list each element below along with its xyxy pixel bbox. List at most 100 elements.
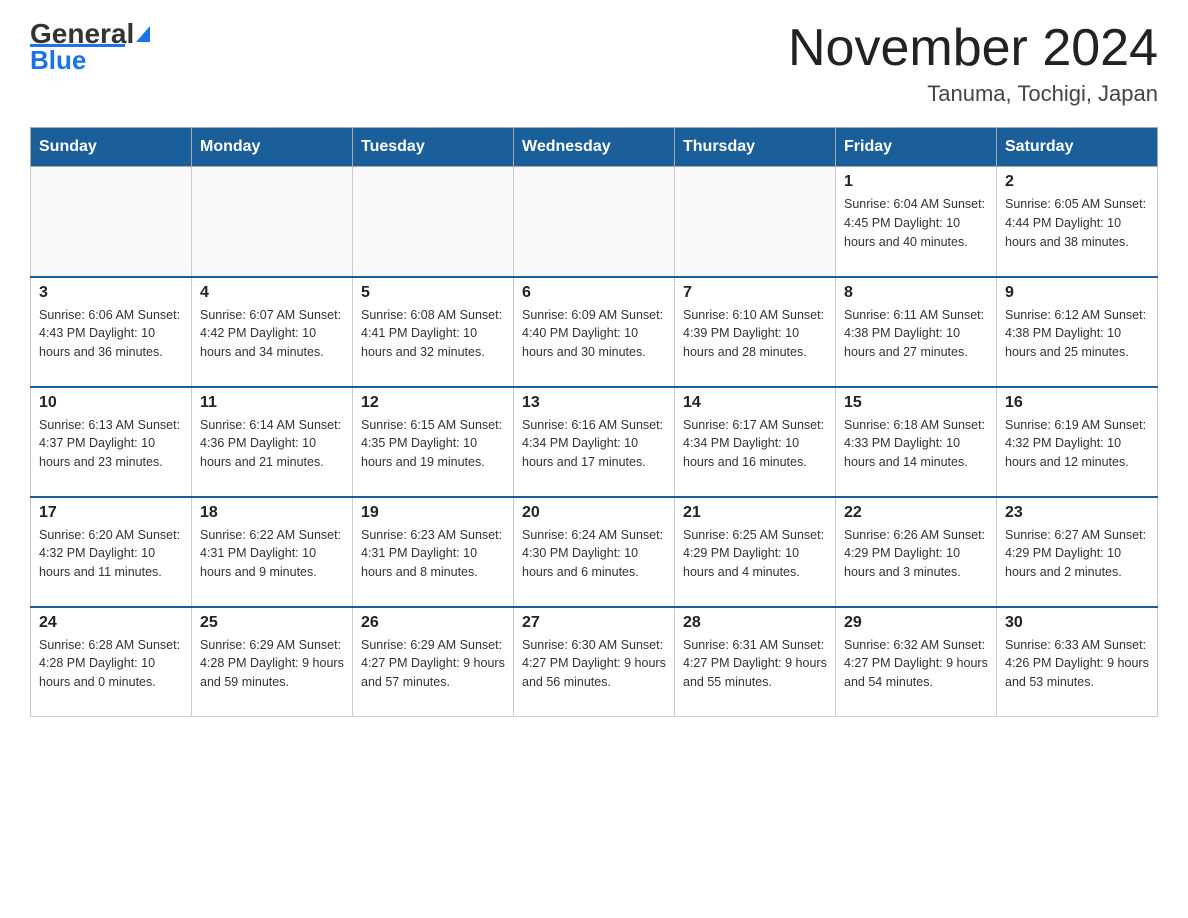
day-info: Sunrise: 6:24 AM Sunset: 4:30 PM Dayligh… xyxy=(522,526,666,582)
day-info: Sunrise: 6:07 AM Sunset: 4:42 PM Dayligh… xyxy=(200,306,344,362)
day-of-week-header: Monday xyxy=(192,128,353,167)
day-number: 20 xyxy=(522,504,666,522)
calendar-day-cell: 6 Sunrise: 6:09 AM Sunset: 4:40 PM Daylig… xyxy=(514,277,675,387)
calendar-week-row: 3 Sunrise: 6:06 AM Sunset: 4:43 PM Daylig… xyxy=(31,277,1158,387)
calendar-title: November 2024 xyxy=(788,20,1158,77)
calendar-subtitle: Tanuma, Tochigi, Japan xyxy=(788,81,1158,107)
day-number: 9 xyxy=(1005,284,1149,302)
day-number: 22 xyxy=(844,504,988,522)
day-info: Sunrise: 6:12 AM Sunset: 4:38 PM Dayligh… xyxy=(1005,306,1149,362)
day-of-week-header: Thursday xyxy=(675,128,836,167)
day-number: 25 xyxy=(200,614,344,632)
day-of-week-header: Saturday xyxy=(997,128,1158,167)
calendar-day-cell xyxy=(31,167,192,277)
calendar-day-cell: 14 Sunrise: 6:17 AM Sunset: 4:34 PM Dayli… xyxy=(675,387,836,497)
calendar-day-cell: 17Sunrise: 6:20 AM Sunset: 4:32 PM Dayli… xyxy=(31,497,192,607)
calendar-day-cell: 21 Sunrise: 6:25 AM Sunset: 4:29 PM Dayli… xyxy=(675,497,836,607)
day-info: Sunrise: 6:33 AM Sunset: 4:26 PM Dayligh… xyxy=(1005,636,1149,692)
day-number: 28 xyxy=(683,614,827,632)
day-number: 3 xyxy=(39,284,183,302)
calendar-day-cell: 27 Sunrise: 6:30 AM Sunset: 4:27 PM Dayli… xyxy=(514,607,675,717)
calendar-day-cell: 29 Sunrise: 6:32 AM Sunset: 4:27 PM Dayli… xyxy=(836,607,997,717)
calendar-day-cell: 25 Sunrise: 6:29 AM Sunset: 4:28 PM Dayli… xyxy=(192,607,353,717)
day-info: Sunrise: 6:17 AM Sunset: 4:34 PM Dayligh… xyxy=(683,416,827,472)
day-info: Sunrise: 6:31 AM Sunset: 4:27 PM Dayligh… xyxy=(683,636,827,692)
day-number: 10 xyxy=(39,394,183,412)
calendar-day-cell: 3 Sunrise: 6:06 AM Sunset: 4:43 PM Daylig… xyxy=(31,277,192,387)
calendar-day-cell: 22 Sunrise: 6:26 AM Sunset: 4:29 PM Dayli… xyxy=(836,497,997,607)
day-info: Sunrise: 6:27 AM Sunset: 4:29 PM Dayligh… xyxy=(1005,526,1149,582)
calendar-day-cell: 2 Sunrise: 6:05 AM Sunset: 4:44 PM Daylig… xyxy=(997,167,1158,277)
day-number: 13 xyxy=(522,394,666,412)
day-info: Sunrise: 6:04 AM Sunset: 4:45 PM Dayligh… xyxy=(844,195,988,251)
day-number: 2 xyxy=(1005,173,1149,191)
calendar-day-cell: 24 Sunrise: 6:28 AM Sunset: 4:28 PM Dayli… xyxy=(31,607,192,717)
calendar-day-cell: 19Sunrise: 6:23 AM Sunset: 4:31 PM Dayli… xyxy=(353,497,514,607)
calendar-day-cell: 10Sunrise: 6:13 AM Sunset: 4:37 PM Dayli… xyxy=(31,387,192,497)
calendar-week-row: 17Sunrise: 6:20 AM Sunset: 4:32 PM Dayli… xyxy=(31,497,1158,607)
day-info: Sunrise: 6:29 AM Sunset: 4:28 PM Dayligh… xyxy=(200,636,344,692)
day-info: Sunrise: 6:25 AM Sunset: 4:29 PM Dayligh… xyxy=(683,526,827,582)
day-info: Sunrise: 6:05 AM Sunset: 4:44 PM Dayligh… xyxy=(1005,195,1149,251)
calendar-day-cell xyxy=(675,167,836,277)
calendar-day-cell: 11Sunrise: 6:14 AM Sunset: 4:36 PM Dayli… xyxy=(192,387,353,497)
day-of-week-header: Sunday xyxy=(31,128,192,167)
day-of-week-header: Wednesday xyxy=(514,128,675,167)
day-number: 12 xyxy=(361,394,505,412)
day-number: 16 xyxy=(1005,394,1149,412)
calendar-day-cell: 30 Sunrise: 6:33 AM Sunset: 4:26 PM Dayli… xyxy=(997,607,1158,717)
calendar-day-cell: 4Sunrise: 6:07 AM Sunset: 4:42 PM Daylig… xyxy=(192,277,353,387)
day-number: 8 xyxy=(844,284,988,302)
calendar-day-cell: 16 Sunrise: 6:19 AM Sunset: 4:32 PM Dayli… xyxy=(997,387,1158,497)
calendar-day-cell: 28 Sunrise: 6:31 AM Sunset: 4:27 PM Dayli… xyxy=(675,607,836,717)
calendar-day-cell xyxy=(353,167,514,277)
day-number: 11 xyxy=(200,394,344,412)
page-header: General Blue November 2024 Tanuma, Tochi… xyxy=(30,20,1158,107)
calendar-day-cell: 7Sunrise: 6:10 AM Sunset: 4:39 PM Daylig… xyxy=(675,277,836,387)
day-info: Sunrise: 6:32 AM Sunset: 4:27 PM Dayligh… xyxy=(844,636,988,692)
day-number: 29 xyxy=(844,614,988,632)
day-info: Sunrise: 6:20 AM Sunset: 4:32 PM Dayligh… xyxy=(39,526,183,582)
day-info: Sunrise: 6:19 AM Sunset: 4:32 PM Dayligh… xyxy=(1005,416,1149,472)
day-info: Sunrise: 6:22 AM Sunset: 4:31 PM Dayligh… xyxy=(200,526,344,582)
logo-text-blue: Blue xyxy=(30,47,86,73)
day-info: Sunrise: 6:18 AM Sunset: 4:33 PM Dayligh… xyxy=(844,416,988,472)
day-info: Sunrise: 6:28 AM Sunset: 4:28 PM Dayligh… xyxy=(39,636,183,692)
calendar-day-cell: 23Sunrise: 6:27 AM Sunset: 4:29 PM Dayli… xyxy=(997,497,1158,607)
calendar-week-row: 24 Sunrise: 6:28 AM Sunset: 4:28 PM Dayli… xyxy=(31,607,1158,717)
day-info: Sunrise: 6:11 AM Sunset: 4:38 PM Dayligh… xyxy=(844,306,988,362)
calendar-day-cell: 12 Sunrise: 6:15 AM Sunset: 4:35 PM Dayli… xyxy=(353,387,514,497)
day-number: 5 xyxy=(361,284,505,302)
calendar-day-cell: 26 Sunrise: 6:29 AM Sunset: 4:27 PM Dayli… xyxy=(353,607,514,717)
day-number: 27 xyxy=(522,614,666,632)
day-info: Sunrise: 6:16 AM Sunset: 4:34 PM Dayligh… xyxy=(522,416,666,472)
calendar-day-cell: 13 Sunrise: 6:16 AM Sunset: 4:34 PM Dayli… xyxy=(514,387,675,497)
calendar-table: SundayMondayTuesdayWednesdayThursdayFrid… xyxy=(30,127,1158,717)
day-info: Sunrise: 6:15 AM Sunset: 4:35 PM Dayligh… xyxy=(361,416,505,472)
day-info: Sunrise: 6:09 AM Sunset: 4:40 PM Dayligh… xyxy=(522,306,666,362)
day-of-week-header: Friday xyxy=(836,128,997,167)
day-number: 26 xyxy=(361,614,505,632)
logo: General Blue xyxy=(30,20,150,73)
day-number: 6 xyxy=(522,284,666,302)
day-number: 15 xyxy=(844,394,988,412)
day-number: 21 xyxy=(683,504,827,522)
day-info: Sunrise: 6:26 AM Sunset: 4:29 PM Dayligh… xyxy=(844,526,988,582)
day-number: 30 xyxy=(1005,614,1149,632)
day-info: Sunrise: 6:29 AM Sunset: 4:27 PM Dayligh… xyxy=(361,636,505,692)
day-number: 14 xyxy=(683,394,827,412)
calendar-week-row: 10Sunrise: 6:13 AM Sunset: 4:37 PM Dayli… xyxy=(31,387,1158,497)
calendar-day-cell xyxy=(514,167,675,277)
day-number: 7 xyxy=(683,284,827,302)
calendar-day-cell: 8 Sunrise: 6:11 AM Sunset: 4:38 PM Daylig… xyxy=(836,277,997,387)
day-info: Sunrise: 6:08 AM Sunset: 4:41 PM Dayligh… xyxy=(361,306,505,362)
day-info: Sunrise: 6:23 AM Sunset: 4:31 PM Dayligh… xyxy=(361,526,505,582)
calendar-day-cell: 5 Sunrise: 6:08 AM Sunset: 4:41 PM Daylig… xyxy=(353,277,514,387)
day-number: 18 xyxy=(200,504,344,522)
calendar-header-row: SundayMondayTuesdayWednesdayThursdayFrid… xyxy=(31,128,1158,167)
day-info: Sunrise: 6:06 AM Sunset: 4:43 PM Dayligh… xyxy=(39,306,183,362)
calendar-week-row: 1Sunrise: 6:04 AM Sunset: 4:45 PM Daylig… xyxy=(31,167,1158,277)
day-info: Sunrise: 6:30 AM Sunset: 4:27 PM Dayligh… xyxy=(522,636,666,692)
day-number: 24 xyxy=(39,614,183,632)
calendar-day-cell: 18 Sunrise: 6:22 AM Sunset: 4:31 PM Dayli… xyxy=(192,497,353,607)
